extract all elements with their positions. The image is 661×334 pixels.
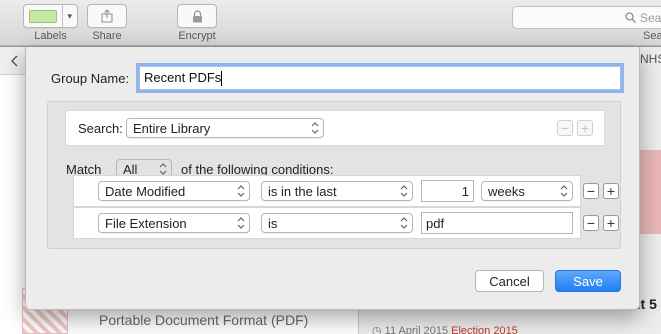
- pdf-type-label: Portable Document Format (PDF): [99, 312, 309, 328]
- preview-meta: ◷ 11 April 2015 Election 2015: [372, 324, 518, 334]
- updown-chevron-icon: [400, 217, 408, 229]
- labels-tool[interactable]: ▾ Labels: [23, 4, 78, 42]
- condition-value-field[interactable]: pdf: [421, 212, 573, 234]
- share-label: Share: [92, 30, 122, 42]
- toolbar: ▾ Labels Share Encrypt Sea Sea: [0, 0, 661, 46]
- condition-operator-value: is: [268, 216, 278, 231]
- search-scope-popup[interactable]: Entire Library: [126, 118, 324, 138]
- chevron-down-icon: ▾: [67, 10, 72, 21]
- updown-chevron-icon: [237, 185, 245, 197]
- share-button[interactable]: [87, 4, 127, 28]
- condition-value-field[interactable]: 1: [421, 180, 474, 202]
- chevron-left-icon: [11, 55, 18, 66]
- cancel-button[interactable]: Cancel: [475, 270, 544, 292]
- search-icon: [625, 12, 636, 23]
- search-placeholder: Sea: [640, 10, 661, 25]
- labels-label: Labels: [34, 30, 67, 42]
- condition-field-value: Date Modified: [105, 184, 186, 199]
- add-condition-button[interactable]: +: [603, 215, 619, 231]
- add-scope-button[interactable]: +: [577, 120, 593, 136]
- condition-field-value: File Extension: [105, 216, 187, 231]
- encrypt-button[interactable]: [177, 4, 217, 28]
- condition-operator-popup[interactable]: is: [261, 213, 413, 233]
- save-button[interactable]: Save: [555, 270, 621, 292]
- condition-operator-popup[interactable]: is in the last: [261, 181, 413, 201]
- updown-chevron-icon: [400, 185, 408, 197]
- preview-date: 11 April 2015: [384, 325, 449, 334]
- search-label: Sea: [643, 30, 661, 42]
- remove-condition-button[interactable]: −: [583, 215, 599, 231]
- remove-condition-button[interactable]: −: [583, 183, 599, 199]
- lock-icon: [192, 9, 202, 22]
- preview-corner-text: NHS: [640, 52, 661, 66]
- condition-row: File Extension is pdf: [73, 207, 581, 239]
- smart-group-sheet: Group Name: Recent PDFs Search: Entire L…: [25, 47, 640, 310]
- group-name-label: Group Name:: [51, 71, 130, 86]
- updown-chevron-icon: [560, 185, 568, 197]
- add-condition-button[interactable]: +: [603, 183, 619, 199]
- search-scope-row: Search: Entire Library − +: [65, 110, 605, 146]
- condition-unit-popup[interactable]: weeks: [481, 181, 573, 201]
- updown-chevron-icon: [311, 122, 319, 134]
- labels-button[interactable]: ▾: [23, 4, 78, 28]
- preview-tag[interactable]: Election 2015: [451, 325, 518, 334]
- search-scope-label: Search:: [78, 121, 123, 136]
- toolbar-search-field[interactable]: Sea: [512, 6, 661, 29]
- share-icon: [101, 9, 113, 23]
- condition-operator-value: is in the last: [268, 184, 337, 199]
- search-scope-value: Entire Library: [133, 121, 211, 136]
- share-tool[interactable]: Share: [87, 4, 127, 42]
- label-color-swatch: [29, 9, 57, 23]
- group-name-value: Recent PDFs: [144, 70, 222, 85]
- encrypt-tool[interactable]: Encrypt: [177, 4, 217, 42]
- condition-row: Date Modified is in the last 1 weeks: [73, 175, 581, 207]
- updown-chevron-icon: [159, 163, 167, 175]
- condition-unit-value: weeks: [488, 184, 525, 199]
- condition-field-popup[interactable]: Date Modified: [98, 181, 250, 201]
- updown-chevron-icon: [237, 217, 245, 229]
- conditions-box: Search: Entire Library − + Match All of …: [47, 101, 621, 249]
- condition-field-popup[interactable]: File Extension: [98, 213, 250, 233]
- encrypt-label: Encrypt: [178, 30, 216, 42]
- group-name-field[interactable]: Recent PDFs: [139, 66, 621, 90]
- clock-icon: ◷: [372, 325, 382, 334]
- remove-scope-button[interactable]: −: [557, 120, 573, 136]
